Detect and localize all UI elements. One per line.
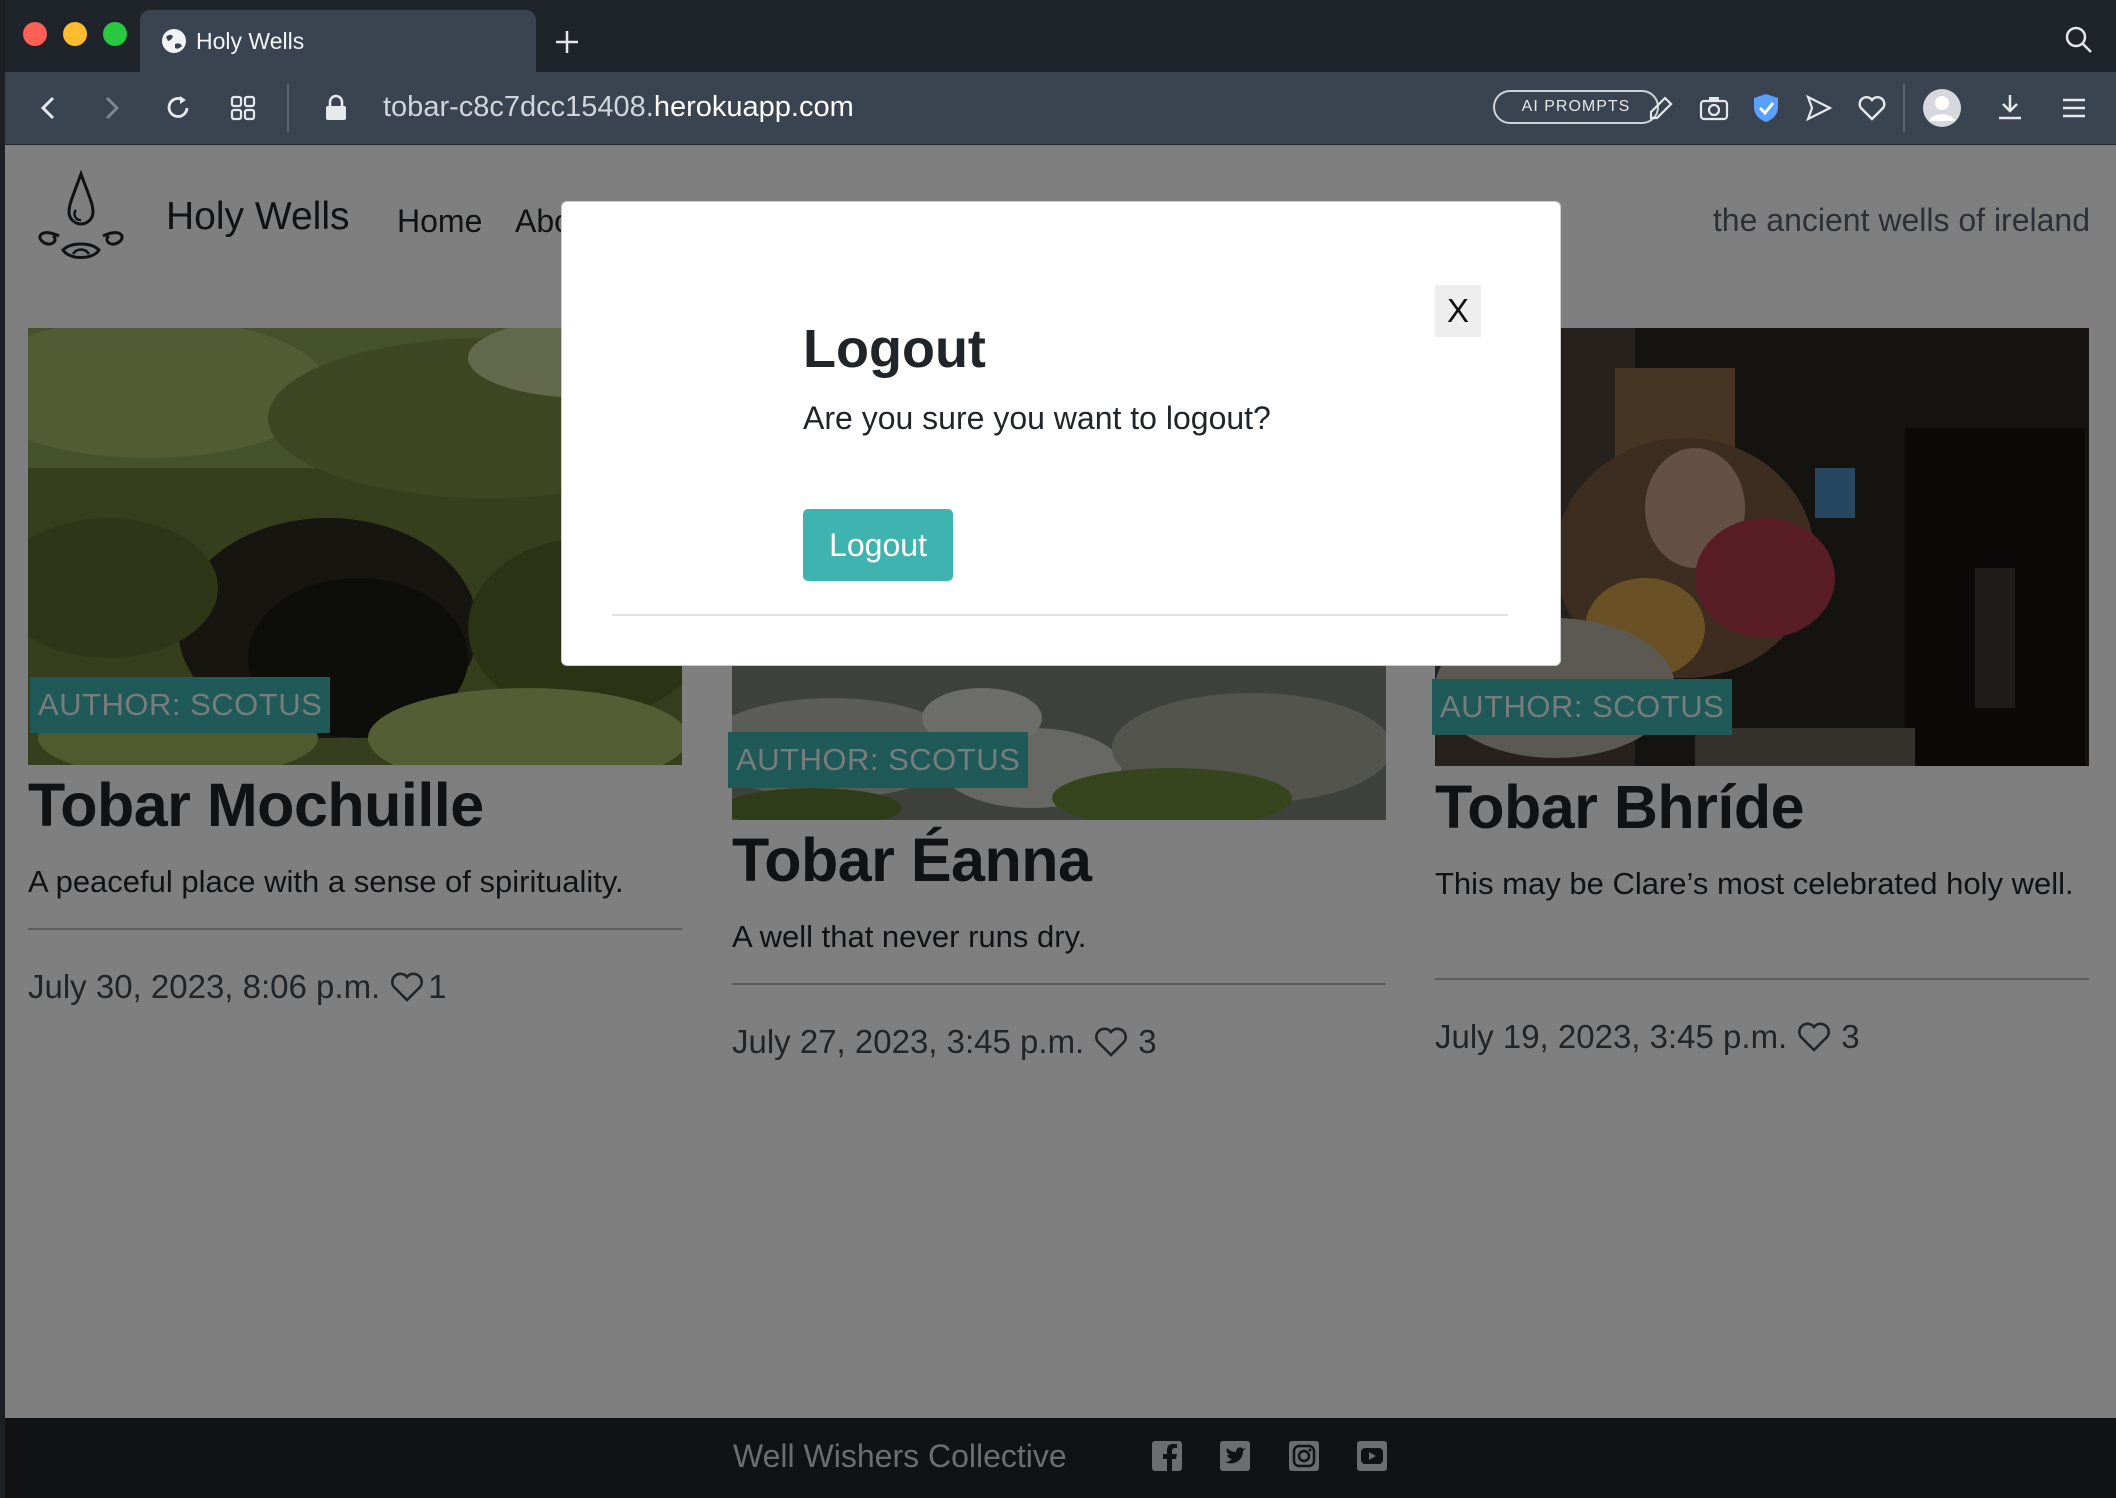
url-prefix: tobar-c8c7dcc15408. xyxy=(383,91,654,123)
download-icon[interactable] xyxy=(1995,92,2025,122)
address-bar[interactable]: tobar-c8c7dcc15408.herokuapp.com xyxy=(383,91,854,124)
logout-modal: X Logout Are you sure you want to logout… xyxy=(561,201,1561,666)
edit-icon[interactable] xyxy=(1647,94,1675,122)
shield-icon[interactable] xyxy=(1752,92,1780,124)
url-host: herokuapp.com xyxy=(653,91,854,123)
modal-close-button[interactable]: X xyxy=(1435,285,1481,337)
camera-icon[interactable] xyxy=(1699,94,1729,122)
tab-grid-icon[interactable] xyxy=(229,94,257,122)
profile-avatar-icon[interactable] xyxy=(1922,88,1962,128)
forward-icon[interactable] xyxy=(97,94,125,122)
menu-icon[interactable] xyxy=(2060,94,2088,122)
send-icon[interactable] xyxy=(1805,94,1833,122)
tab-title: Holy Wells xyxy=(196,28,305,54)
new-tab-icon[interactable] xyxy=(553,28,581,56)
toolbar-divider xyxy=(1903,84,1905,132)
minimize-window-button[interactable] xyxy=(63,22,87,46)
title-bar: Holy Wells xyxy=(5,0,2116,72)
reload-icon[interactable] xyxy=(163,93,193,123)
browser-window: Holy Wells tobar-c8c7dcc15408.herokuapp.… xyxy=(5,0,2116,1498)
lock-icon xyxy=(326,94,346,120)
ai-prompts-button[interactable]: AI PROMPTS xyxy=(1493,90,1659,124)
globe-icon xyxy=(162,29,186,53)
heart-icon[interactable] xyxy=(1857,94,1887,122)
browser-toolbar: tobar-c8c7dcc15408.herokuapp.com AI PROM… xyxy=(5,72,2116,145)
modal-body-text: Are you sure you want to logout? xyxy=(803,400,1271,436)
modal-title: Logout xyxy=(803,319,986,379)
search-icon[interactable] xyxy=(2063,24,2095,56)
modal-divider xyxy=(612,614,1508,616)
zoom-window-button[interactable] xyxy=(103,22,127,46)
toolbar-divider xyxy=(287,84,289,132)
logout-button[interactable]: Logout xyxy=(803,509,953,581)
tab-holy-wells[interactable]: Holy Wells xyxy=(140,10,536,72)
back-icon[interactable] xyxy=(35,94,63,122)
close-window-button[interactable] xyxy=(23,22,47,46)
